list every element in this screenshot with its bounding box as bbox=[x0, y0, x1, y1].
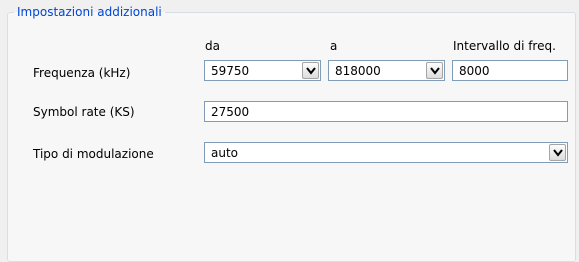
frequency-step-input[interactable]: 8000 bbox=[452, 60, 568, 81]
frequency-step-value: 8000 bbox=[459, 64, 490, 78]
section-title: Impostazioni addizionali bbox=[17, 5, 162, 19]
modulation-label: Tipo di modulazione bbox=[33, 147, 154, 161]
frequency-from-select[interactable]: 59750 bbox=[204, 60, 321, 81]
frequency-from-value: 59750 bbox=[211, 64, 250, 78]
chevron-down-icon bbox=[306, 67, 316, 75]
chevron-down-icon bbox=[553, 149, 563, 157]
modulation-value: auto bbox=[211, 146, 239, 160]
column-header-from: da bbox=[205, 39, 220, 53]
chevron-down-icon bbox=[430, 67, 440, 75]
symbol-rate-label: Symbol rate (KS) bbox=[33, 105, 135, 119]
symbol-rate-input[interactable]: 27500 bbox=[204, 101, 568, 122]
modulation-dropdown-button[interactable] bbox=[549, 144, 566, 161]
column-header-step: Intervallo di freq. bbox=[453, 39, 556, 53]
frequency-to-value: 818000 bbox=[335, 64, 381, 78]
column-header-to: a bbox=[330, 39, 338, 53]
frequency-from-dropdown-button[interactable] bbox=[302, 62, 319, 79]
frequency-label: Frequenza (kHz) bbox=[33, 66, 131, 80]
frequency-to-select[interactable]: 818000 bbox=[328, 60, 445, 81]
modulation-select[interactable]: auto bbox=[204, 142, 568, 163]
symbol-rate-value: 27500 bbox=[211, 105, 250, 119]
frequency-to-dropdown-button[interactable] bbox=[426, 62, 443, 79]
